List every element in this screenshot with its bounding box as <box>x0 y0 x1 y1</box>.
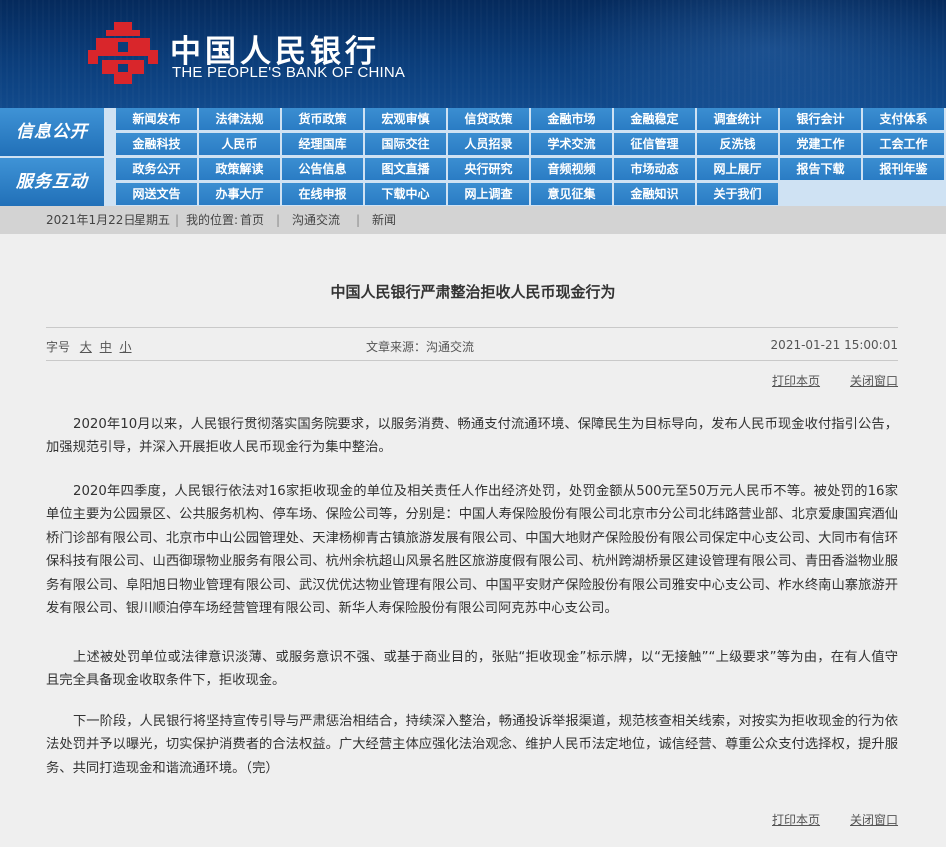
nav-item[interactable]: 银行会计 <box>780 108 861 130</box>
nav-item[interactable]: 人民币 <box>199 133 280 155</box>
nav-item[interactable]: 新闻发布 <box>116 108 197 130</box>
breadcrumb-separator: | <box>356 213 361 227</box>
nav-item[interactable]: 人员招录 <box>448 133 529 155</box>
print-page-link[interactable]: 打印本页 <box>772 372 820 389</box>
nav-item[interactable]: 国际交往 <box>365 133 446 155</box>
pboc-logo-icon[interactable] <box>88 20 158 84</box>
nav-item[interactable]: 报告下载 <box>780 158 861 180</box>
close-window-link[interactable]: 关闭窗口 <box>850 372 898 389</box>
breadcrumb-home-link[interactable]: 首页 <box>240 206 264 234</box>
nav-item[interactable]: 调查统计 <box>697 108 778 130</box>
nav-item[interactable]: 公告信息 <box>282 158 363 180</box>
article-source: 文章来源：沟通交流 <box>366 340 475 354</box>
nav-item[interactable]: 金融稳定 <box>614 108 695 130</box>
nav-item[interactable]: 货币政策 <box>282 108 363 130</box>
nav-item[interactable]: 金融知识 <box>614 183 695 205</box>
nav-item[interactable]: 网上展厅 <box>697 158 778 180</box>
nav-item[interactable]: 宏观审慎 <box>365 108 446 130</box>
article-paragraph: 2020年四季度，人民银行依法对16家拒收现金的单位及相关责任人作出经济处罚，处… <box>46 484 898 617</box>
article-datetime: 2021-01-21 15:00:01 <box>770 338 898 352</box>
article-paragraph: 下一阶段，人民银行将坚持宣传引导与严肃惩治相结合，持续深入整治，畅通投诉举报渠道… <box>46 714 898 776</box>
nav-interact-section: 服务互动 政务公开 政策解读 公告信息 图文直播 央行研究 音频视频 市场动态 网上展厅 报告下… <box>0 158 946 206</box>
nav-item[interactable]: 征信管理 <box>614 133 695 155</box>
article-tools-bottom: 打印本页 关闭窗口 <box>46 811 898 827</box>
nav-item[interactable]: 政策解读 <box>199 158 280 180</box>
current-date: 2021年1月22日 <box>46 213 136 227</box>
print-page-link[interactable]: 打印本页 <box>772 811 820 828</box>
divider <box>46 360 898 361</box>
font-size-control: 字号 大 中 小 <box>46 338 132 355</box>
nav-item[interactable]: 在线申报 <box>282 183 363 205</box>
nav-item[interactable]: 学术交流 <box>531 133 612 155</box>
nav-item[interactable]: 意见征集 <box>531 183 612 205</box>
article-container: 中国人民银行严肃整治拒收人民币现金行为 字号 大 中 小 文章来源：沟通交流 2… <box>0 234 946 847</box>
nav-item[interactable]: 关于我们 <box>697 183 778 205</box>
nav-item[interactable]: 央行研究 <box>448 158 529 180</box>
nav-item[interactable]: 法律法规 <box>199 108 280 130</box>
font-small-link[interactable]: 小 <box>120 340 132 354</box>
breadcrumb-section-link[interactable]: 沟通交流 <box>292 206 340 234</box>
nav-item[interactable]: 工会工作 <box>863 133 944 155</box>
nav-info-grid: 新闻发布 法律法规 货币政策 宏观审慎 信贷政策 金融市场 金融稳定 调查统计 银行会计 支付体系… <box>116 108 946 156</box>
nav-interact-title: 服务互动 <box>0 158 104 206</box>
location-label: 我的位置: <box>186 213 239 227</box>
font-large-link[interactable]: 大 <box>80 340 92 354</box>
divider <box>46 327 898 328</box>
article-paragraph: 2020年10月以来，人民银行贯彻落实国务院要求，以服务消费、畅通支付流通环境、… <box>46 417 898 456</box>
font-medium-link[interactable]: 中 <box>100 340 112 354</box>
bank-name-en: THE PEOPLE'S BANK OF CHINA <box>172 64 406 81</box>
nav-item[interactable]: 报刊年鉴 <box>863 158 944 180</box>
main-navigation: 信息公开 新闻发布 法律法规 货币政策 宏观审慎 信贷政策 金融市场 金融稳定 调查统计 银行会… <box>0 108 946 206</box>
nav-item[interactable]: 政务公开 <box>116 158 197 180</box>
font-size-label: 字号 <box>46 340 71 354</box>
breadcrumb-separator: | <box>175 213 180 227</box>
site-header: 中国人民银行 THE PEOPLE'S BANK OF CHINA <box>0 0 946 108</box>
breadcrumb-separator: | <box>276 213 281 227</box>
nav-item[interactable]: 经理国库 <box>282 133 363 155</box>
article-meta: 字号 大 中 小 文章来源：沟通交流 2021-01-21 15:00:01 <box>46 330 898 360</box>
breadcrumb: 2021年1月22日 星期五 | 我的位置: 首页 | 沟通交流 | 新闻 <box>0 206 946 234</box>
nav-item[interactable]: 反洗钱 <box>697 133 778 155</box>
nav-interact-grid: 政务公开 政策解读 公告信息 图文直播 央行研究 音频视频 市场动态 网上展厅 报告下载 报刊年鉴… <box>116 158 946 206</box>
nav-item[interactable]: 金融科技 <box>116 133 197 155</box>
current-weekday: 星期五 <box>134 213 171 227</box>
nav-item[interactable]: 办事大厅 <box>199 183 280 205</box>
nav-item[interactable]: 图文直播 <box>365 158 446 180</box>
nav-item[interactable]: 下载中心 <box>365 183 446 205</box>
nav-info-section: 信息公开 新闻发布 法律法规 货币政策 宏观审慎 信贷政策 金融市场 金融稳定 调查统计 银行会… <box>0 108 946 156</box>
nav-item[interactable]: 网上调查 <box>448 183 529 205</box>
article-title: 中国人民银行严肃整治拒收人民币现金行为 <box>330 283 616 301</box>
nav-item[interactable]: 网送文告 <box>116 183 197 205</box>
nav-item[interactable]: 市场动态 <box>614 158 695 180</box>
article-paragraph: 上述被处罚单位或法律意识淡薄、或服务意识不强、或基于商业目的，张贴“拒收现金”标… <box>46 650 898 689</box>
nav-item[interactable]: 党建工作 <box>780 133 861 155</box>
nav-item[interactable]: 信贷政策 <box>448 108 529 130</box>
breadcrumb-current[interactable]: 新闻 <box>372 206 396 234</box>
nav-info-title: 信息公开 <box>0 108 104 156</box>
nav-item[interactable]: 支付体系 <box>863 108 944 130</box>
nav-item[interactable]: 金融市场 <box>531 108 612 130</box>
close-window-link[interactable]: 关闭窗口 <box>850 811 898 828</box>
nav-item[interactable]: 音频视频 <box>531 158 612 180</box>
article-tools-top: 打印本页 关闭窗口 <box>46 372 898 388</box>
